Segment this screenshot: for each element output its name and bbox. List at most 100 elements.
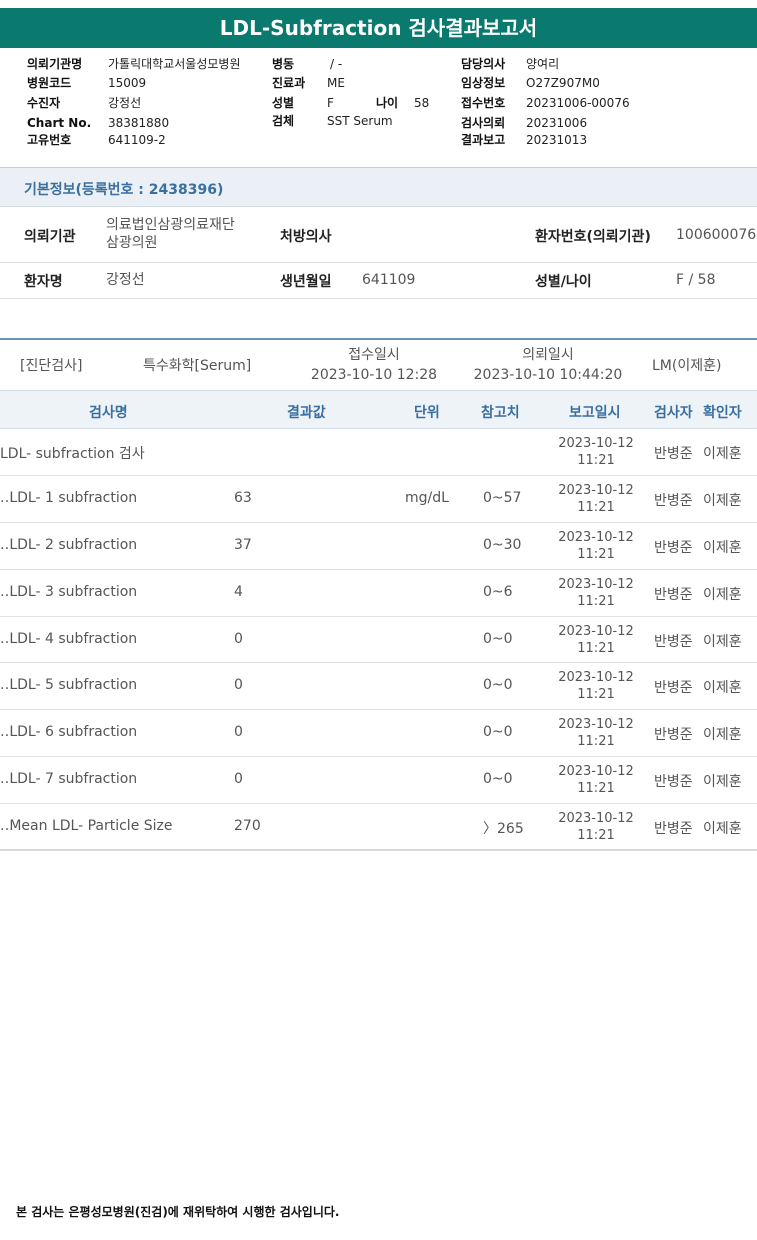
table-row: ‥LDL- 7 subfraction 0 0~0 반병준 이제훈 2023-10-12 1… xyxy=(0,757,757,805)
result-value: 0 xyxy=(234,724,243,741)
report-time: 11:21 xyxy=(577,499,615,515)
result-value: 63 xyxy=(234,489,252,506)
examinee-label: 수진자 xyxy=(27,96,61,110)
table-row: LDL- subfraction 검사 반병준 이제훈 2023-10-12 11:21 xyxy=(0,429,757,476)
report-time: 11:21 xyxy=(577,781,615,797)
report-title: LDL-Subfraction 검사결과보고서 xyxy=(0,8,757,48)
report-date: 2023-10-12 xyxy=(558,811,634,827)
reference-range: 0~0 xyxy=(483,771,513,788)
report-time: 11:21 xyxy=(577,828,615,844)
report-time: 11:21 xyxy=(577,453,615,468)
table-bottom-border xyxy=(0,849,757,851)
tester-name: 반병준 xyxy=(654,586,693,603)
report-time: 11:21 xyxy=(577,687,615,703)
tester-name: 반병준 xyxy=(654,727,693,744)
reference-range: 0~0 xyxy=(483,630,513,647)
test-name: ‥LDL- 4 subfraction xyxy=(0,630,138,647)
test-name: ‥Mean LDL- Particle Size xyxy=(0,818,173,835)
test-name: ‥LDL- 5 subfraction xyxy=(0,677,138,694)
checker-name: 이제훈 xyxy=(703,446,742,462)
prescribing-doctor-label: 처방의사 xyxy=(280,229,332,245)
hospital-code-label: 병원코드 xyxy=(27,76,72,90)
test-name: ‥LDL- 6 subfraction xyxy=(0,724,138,741)
report-date: 2023-10-12 xyxy=(558,717,634,733)
tester-name: 반병준 xyxy=(654,680,693,697)
table-row: ‥LDL- 3 subfraction 4 0~6 반병준 이제훈 2023-10-12 1… xyxy=(0,570,757,617)
tester-name: 반병준 xyxy=(654,539,693,556)
col-reference: 참고치 xyxy=(481,405,520,421)
lm-name: LM(이제훈) xyxy=(652,358,722,374)
department-label: 진료과 xyxy=(272,76,306,90)
receipt-no-value: 20231006-00076 xyxy=(526,96,630,110)
report-date: 2023-10-12 xyxy=(558,576,634,592)
doctor-in-charge-label: 담당의사 xyxy=(461,57,506,71)
checker-name: 이제훈 xyxy=(703,680,742,697)
results-table-body: LDL- subfraction 검사 반병준 이제훈 2023-10-12 11:21… xyxy=(0,429,757,852)
requested-datetime-label: 의뢰일시 xyxy=(522,347,574,363)
department-value: ME xyxy=(327,76,345,90)
result-report-label: 결과보고 xyxy=(461,133,506,147)
table-row: ‥LDL- 5 subfraction 0 0~0 반병준 이제훈 2023-10-12 1… xyxy=(0,663,757,711)
examinee-value: 강정선 xyxy=(108,96,142,110)
report-datetime: 2023-10-12 11:21 xyxy=(552,576,640,610)
report-date: 2023-10-12 xyxy=(558,670,634,686)
tester-name: 반병준 xyxy=(654,446,693,462)
reference-range: 0~57 xyxy=(483,489,522,506)
checker-name: 이제훈 xyxy=(703,821,742,838)
sex-age-label: 성별/나이 xyxy=(535,274,592,290)
result-report-value: 20231013 xyxy=(526,133,588,147)
table-row: ‥LDL- 2 subfraction 37 0~30 반병준 이제훈 2023-10-1… xyxy=(0,523,757,570)
result-value: 0 xyxy=(234,771,243,788)
col-report-date: 보고일시 xyxy=(569,405,621,421)
checker-name: 이제훈 xyxy=(703,586,742,603)
ward-label: 병동 xyxy=(272,57,295,71)
report-datetime: 2023-10-12 11:21 xyxy=(552,623,640,657)
report-date: 2023-10-12 xyxy=(558,529,634,545)
institution-value-line1: 의료법인삼광의료재단 xyxy=(106,217,235,233)
report-date: 2023-10-12 xyxy=(558,436,634,451)
order-specimen: 특수화학[Serum] xyxy=(143,358,252,374)
reference-range: 0~30 xyxy=(483,536,522,553)
report-date: 2023-10-12 xyxy=(558,482,634,498)
tester-name: 반병준 xyxy=(654,821,693,838)
reference-range: 〉265 xyxy=(483,821,524,838)
report-time: 11:21 xyxy=(577,640,615,656)
sex-value: F xyxy=(327,96,334,110)
sex-label: 성별 xyxy=(272,96,295,110)
tester-name: 반병준 xyxy=(654,774,693,791)
report-datetime: 2023-10-12 11:21 xyxy=(552,529,640,563)
ward-value: / - xyxy=(330,57,343,71)
tester-name: 반병준 xyxy=(654,633,693,650)
unique-no-label: 고유번호 xyxy=(27,133,72,147)
received-datetime-value: 2023-10-10 12:28 xyxy=(310,367,438,383)
checker-name: 이제훈 xyxy=(703,492,742,509)
hospital-code-value: 15009 xyxy=(108,76,147,90)
specimen-value: SST Serum xyxy=(327,114,393,128)
test-name: ‥LDL- 3 subfraction xyxy=(0,583,138,600)
result-value: 270 xyxy=(234,818,261,835)
basic-info-grid: 의뢰기관 의료법인삼광의료재단 삼광의원 처방의사 환자번호(의뢰기관) 100… xyxy=(0,207,757,299)
patient-no-label: 환자번호(의뢰기관) xyxy=(535,229,651,245)
received-datetime-label: 접수일시 xyxy=(348,347,400,363)
report-datetime: 2023-10-12 11:21 xyxy=(552,482,640,516)
checker-name: 이제훈 xyxy=(703,727,742,744)
reference-range: 0~6 xyxy=(483,583,513,600)
patient-name-value: 강정선 xyxy=(106,272,145,288)
clinical-info-value: O27Z907M0 xyxy=(526,76,600,90)
table-row: ‥LDL- 1 subfraction 63 mg/dL 0~57 반병준 이제훈 2023… xyxy=(0,476,757,523)
birth-date-label: 생년월일 xyxy=(280,274,332,290)
col-unit: 단위 xyxy=(414,405,440,421)
unique-no-value: 641109-2 xyxy=(108,133,166,147)
col-result: 결과값 xyxy=(287,405,326,421)
tester-name: 반병준 xyxy=(654,492,693,509)
table-row: ‥LDL- 4 subfraction 0 0~0 반병준 이제훈 2023-10-12 1… xyxy=(0,617,757,664)
patient-no-value: 100600076 xyxy=(676,227,757,243)
order-info-row: [진단검사] 특수화학[Serum] 접수일시 2023-10-10 12:28… xyxy=(0,338,757,390)
unit: mg/dL xyxy=(405,489,449,506)
reference-range: 0~0 xyxy=(483,724,513,741)
col-test-name: 검사명 xyxy=(89,405,128,421)
results-table-header: 검사명 결과값 단위 참고치 보고일시 검사자 확인자 xyxy=(0,390,757,429)
result-value: 0 xyxy=(234,677,243,694)
test-name: ‥LDL- 1 subfraction xyxy=(0,489,138,506)
basic-info-section-header: 기본정보(등록번호 : 2438396) xyxy=(0,167,757,207)
